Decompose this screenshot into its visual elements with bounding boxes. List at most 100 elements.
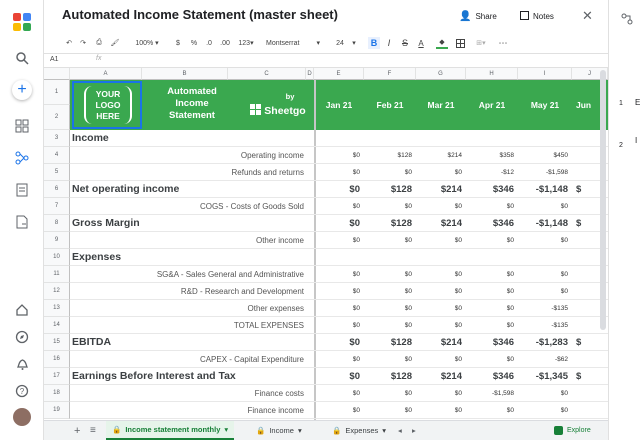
row-header[interactable]: 3 bbox=[44, 130, 70, 147]
value-cell[interactable]: $0 bbox=[416, 283, 466, 299]
print-icon[interactable]: ⎙ bbox=[94, 37, 104, 49]
value-cell[interactable]: $358 bbox=[466, 147, 518, 163]
value-cell[interactable] bbox=[416, 130, 466, 146]
home-icon[interactable] bbox=[12, 300, 32, 320]
value-cell[interactable]: $0 bbox=[466, 317, 518, 333]
more-icon[interactable]: ⋯ bbox=[498, 37, 508, 49]
value-cell[interactable] bbox=[364, 130, 416, 146]
value-cell[interactable]: $128 bbox=[364, 368, 416, 384]
value-cell[interactable]: $0 bbox=[364, 351, 416, 367]
row-label[interactable]: Other income bbox=[72, 232, 308, 248]
value-cell[interactable]: $0 bbox=[416, 266, 466, 282]
value-cell[interactable]: $ bbox=[572, 334, 608, 350]
value-cell[interactable]: $0 bbox=[416, 351, 466, 367]
row-header[interactable]: 12 bbox=[44, 283, 70, 300]
row-label[interactable]: Finance costs bbox=[72, 385, 308, 401]
row-label[interactable]: Income bbox=[72, 130, 308, 146]
text-color-button[interactable]: A bbox=[416, 37, 426, 49]
value-cell[interactable]: $0 bbox=[416, 385, 466, 401]
value-cell[interactable]: $0 bbox=[314, 164, 364, 180]
zoom-select[interactable]: 100% ▾ bbox=[134, 37, 160, 49]
vertical-scrollbar[interactable] bbox=[600, 70, 606, 330]
value-cell[interactable]: $128 bbox=[364, 215, 416, 231]
value-cell[interactable]: $0 bbox=[314, 368, 364, 384]
value-cell[interactable]: $0 bbox=[364, 317, 416, 333]
value-cell[interactable]: $0 bbox=[314, 283, 364, 299]
row-header[interactable]: 2 bbox=[44, 105, 70, 130]
panel-item-title[interactable]: E bbox=[635, 98, 640, 107]
value-cell[interactable] bbox=[314, 130, 364, 146]
value-cell[interactable]: $0 bbox=[466, 198, 518, 214]
value-cell[interactable]: $0 bbox=[364, 266, 416, 282]
value-cell[interactable]: $214 bbox=[416, 334, 466, 350]
value-cell[interactable]: -$135 bbox=[518, 300, 572, 316]
document-icon[interactable] bbox=[12, 180, 32, 200]
value-cell[interactable]: $0 bbox=[314, 317, 364, 333]
bell-icon[interactable] bbox=[12, 354, 32, 374]
value-cell[interactable]: $0 bbox=[416, 164, 466, 180]
value-cell[interactable] bbox=[416, 249, 466, 265]
workflow-icon[interactable] bbox=[12, 148, 32, 168]
value-cell[interactable]: $0 bbox=[314, 402, 364, 418]
fill-color-icon[interactable]: ◆ bbox=[436, 37, 448, 49]
value-cell[interactable]: -$1,598 bbox=[466, 385, 518, 401]
spreadsheet-grid[interactable]: A B C D E F G H I J YOUR LOGO HERE Autom… bbox=[44, 68, 608, 420]
column-header-d[interactable]: D bbox=[306, 68, 314, 80]
value-cell[interactable]: $0 bbox=[364, 385, 416, 401]
value-cell[interactable]: $0 bbox=[416, 232, 466, 248]
value-cell[interactable]: $214 bbox=[416, 147, 466, 163]
value-cell[interactable]: $346 bbox=[466, 215, 518, 231]
value-cell[interactable]: $346 bbox=[466, 368, 518, 384]
value-cell[interactable]: -$1,148 bbox=[518, 215, 572, 231]
close-icon[interactable]: ✕ bbox=[582, 6, 593, 26]
value-cell[interactable]: $128 bbox=[364, 334, 416, 350]
value-cell[interactable]: $0 bbox=[416, 317, 466, 333]
row-header[interactable]: 13 bbox=[44, 300, 70, 317]
row-label[interactable]: R&D - Research and Development bbox=[72, 283, 308, 299]
row-header[interactable]: 5 bbox=[44, 164, 70, 181]
value-cell[interactable]: $214 bbox=[416, 181, 466, 197]
value-cell[interactable]: $214 bbox=[416, 215, 466, 231]
value-cell[interactable]: $0 bbox=[364, 232, 416, 248]
row-header[interactable]: 8 bbox=[44, 215, 70, 232]
row-label[interactable]: Expenses bbox=[72, 249, 308, 265]
font-size-select[interactable]: 24 bbox=[330, 37, 350, 49]
italic-button[interactable]: I bbox=[384, 37, 394, 49]
row-label[interactable]: Gross Margin bbox=[72, 215, 308, 231]
percent-button[interactable]: % bbox=[190, 37, 198, 49]
value-cell[interactable]: $0 bbox=[518, 232, 572, 248]
value-cell[interactable]: $0 bbox=[314, 232, 364, 248]
value-cell[interactable]: $0 bbox=[364, 198, 416, 214]
value-cell[interactable]: $0 bbox=[518, 198, 572, 214]
font-select[interactable]: Montserrat ▾ bbox=[266, 37, 320, 49]
row-header[interactable]: 1 bbox=[44, 80, 70, 105]
font-size-dropdown-icon[interactable]: ▾ bbox=[350, 37, 358, 49]
value-cell[interactable]: $0 bbox=[518, 402, 572, 418]
panel-item-title[interactable]: I bbox=[635, 136, 637, 145]
value-cell[interactable] bbox=[466, 130, 518, 146]
column-header-h[interactable]: H bbox=[466, 68, 518, 80]
value-cell[interactable]: $0 bbox=[466, 300, 518, 316]
row-header[interactable]: 7 bbox=[44, 198, 70, 215]
value-cell[interactable]: $0 bbox=[364, 164, 416, 180]
row-header[interactable]: 16 bbox=[44, 351, 70, 368]
explore-button[interactable]: Explore bbox=[548, 421, 597, 440]
column-header-f[interactable]: F bbox=[364, 68, 416, 80]
select-all-corner[interactable] bbox=[44, 68, 70, 80]
row-label[interactable]: TOTAL EXPENSES bbox=[72, 317, 308, 333]
bold-button[interactable]: B bbox=[368, 37, 380, 49]
value-cell[interactable]: -$1,283 bbox=[518, 334, 572, 350]
tab-income[interactable]: 🔒 Income ▾ bbox=[250, 421, 308, 440]
value-cell[interactable]: $0 bbox=[314, 334, 364, 350]
row-header[interactable]: 15 bbox=[44, 334, 70, 351]
dashboard-icon[interactable] bbox=[12, 116, 32, 136]
row-header[interactable]: 19 bbox=[44, 402, 70, 419]
value-cell[interactable]: $346 bbox=[466, 334, 518, 350]
value-cell[interactable]: $0 bbox=[466, 283, 518, 299]
value-cell[interactable] bbox=[572, 402, 608, 418]
value-cell[interactable]: $214 bbox=[416, 368, 466, 384]
workflow-panel-icon[interactable] bbox=[621, 12, 633, 30]
row-header[interactable]: 11 bbox=[44, 266, 70, 283]
row-header[interactable]: 18 bbox=[44, 385, 70, 402]
row-label[interactable]: Other expenses bbox=[72, 300, 308, 316]
